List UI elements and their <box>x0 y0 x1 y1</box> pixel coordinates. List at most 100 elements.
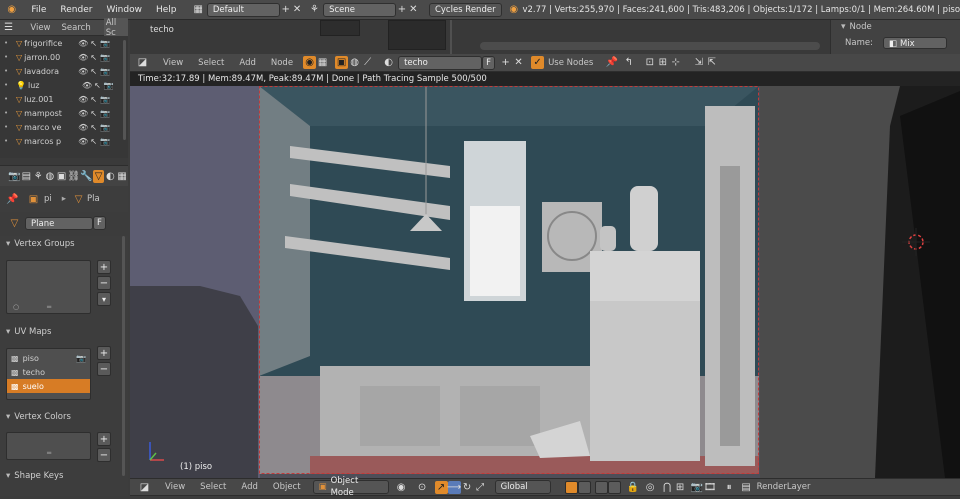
visibility-eye-icon[interactable]: 👁 <box>78 137 88 146</box>
expand-icon[interactable]: • <box>4 137 16 145</box>
snap-element-icon[interactable]: ⊞ <box>656 56 669 69</box>
node-editor-scrollbar[interactable] <box>480 42 820 50</box>
properties-scrollbar[interactable] <box>122 236 125 476</box>
object-tab-icon[interactable]: ▣ <box>56 170 68 183</box>
viewport-select-menu[interactable]: Select <box>200 482 226 492</box>
pin-icon[interactable]: 📌 <box>605 56 618 69</box>
screen-layout-icon[interactable]: ▦ <box>193 3 204 16</box>
vertex-colors-header[interactable]: ▾ Vertex Colors <box>0 409 71 425</box>
visibility-eye-icon[interactable]: 👁 <box>78 39 88 48</box>
node-panel-header[interactable]: ▾ Node <box>831 20 960 34</box>
pin-icon[interactable]: 📌 <box>6 193 19 206</box>
unlink-material-icon[interactable]: ✕ <box>512 56 525 69</box>
list-grip-icon[interactable]: ═ <box>47 303 51 311</box>
add-material-icon[interactable]: + <box>499 56 512 69</box>
3d-view-type-icon[interactable]: ◪ <box>138 481 151 494</box>
uv-map-item[interactable]: ▩ piso 📷 <box>7 351 90 365</box>
node-node-menu[interactable]: Node <box>271 58 293 68</box>
menu-help[interactable]: Help <box>156 5 177 15</box>
render-camera-icon[interactable]: 📷 <box>100 137 110 146</box>
add-vertex-group-button[interactable]: + <box>97 260 111 274</box>
layer-button[interactable] <box>594 480 608 494</box>
active-render-icon[interactable]: 📷 <box>76 354 86 363</box>
visibility-eye-icon[interactable]: 👁 <box>82 81 92 90</box>
scene-icon[interactable]: ⚘ <box>309 3 320 16</box>
screen-layout-field[interactable]: Default <box>206 2 280 17</box>
expand-icon[interactable]: • <box>4 81 16 89</box>
render-tab-icon[interactable]: 📷 <box>8 170 20 183</box>
outliner-view-menu[interactable]: View <box>30 23 50 33</box>
uv-maps-header[interactable]: ▾ UV Maps <box>0 324 51 340</box>
expand-icon[interactable]: • <box>4 95 16 103</box>
outliner-item[interactable]: • ▽ jarron.00 👁 ↖ 📷 <box>0 50 128 64</box>
outliner-item[interactable]: • ▽ frigorifice 👁 ↖ 📷 <box>0 36 128 50</box>
outliner-search-menu[interactable]: Search <box>62 23 91 33</box>
remove-uv-map-button[interactable]: − <box>97 362 111 376</box>
render-camera-icon[interactable]: 📷 <box>100 53 110 62</box>
scene-tab-icon[interactable]: ⚘ <box>32 170 44 183</box>
add-vertex-color-button[interactable]: + <box>97 432 111 446</box>
remove-layout-icon[interactable]: ✕ <box>291 3 302 16</box>
node-box[interactable] <box>320 20 360 36</box>
layer-button[interactable] <box>577 480 591 494</box>
render-layer-icon[interactable]: ▤ <box>740 481 753 494</box>
node-name-field[interactable]: ◧ Mix <box>882 37 947 49</box>
properties-divider[interactable] <box>0 158 128 166</box>
select-arrow-icon[interactable]: ↖ <box>90 95 97 104</box>
material-browse-icon[interactable]: ◐ <box>382 56 395 69</box>
snap-icon[interactable]: ⊡ <box>643 56 656 69</box>
rotate-manipulator-icon[interactable]: ↻ <box>461 481 474 494</box>
select-arrow-icon[interactable]: ↖ <box>90 109 97 118</box>
menu-file[interactable]: File <box>31 5 46 15</box>
render-camera-icon[interactable]: 📷 <box>104 81 114 90</box>
mesh-name-field[interactable]: Plane <box>25 216 93 230</box>
render-engine-select[interactable]: Cycles Render <box>428 2 503 17</box>
scene-field[interactable]: Scene <box>323 2 397 17</box>
vertex-groups-header[interactable]: ▾ Vertex Groups <box>0 236 75 252</box>
list-resize-icon[interactable]: ○ <box>13 303 19 311</box>
outliner-item[interactable]: • ▽ luz.001 👁 ↖ 📷 <box>0 92 128 106</box>
render-camera-icon[interactable]: 📷 <box>100 95 110 104</box>
visibility-eye-icon[interactable]: 👁 <box>78 53 88 62</box>
render-camera-icon[interactable]: 📷 <box>100 67 110 76</box>
expand-icon[interactable]: • <box>4 39 16 47</box>
viewport-add-menu[interactable]: Add <box>241 482 257 492</box>
outliner-item[interactable]: • ▽ lavadora 👁 ↖ 📷 <box>0 64 128 78</box>
scale-manipulator-icon[interactable]: ⤢ <box>474 481 487 494</box>
remove-vertex-group-button[interactable]: − <box>97 276 111 290</box>
viewport-view-menu[interactable]: View <box>165 482 185 492</box>
render-camera-icon[interactable]: 📷 <box>100 109 110 118</box>
vertex-group-specials-button[interactable]: ▾ <box>97 292 111 306</box>
copy-nodes-icon[interactable]: ⇲ <box>692 56 705 69</box>
select-arrow-icon[interactable]: ↖ <box>90 137 97 146</box>
render-camera-icon[interactable]: 📷 <box>100 123 110 132</box>
select-arrow-icon[interactable]: ↖ <box>90 123 97 132</box>
shape-keys-header[interactable]: ▾ Shape Keys <box>0 468 63 484</box>
material-fake-user-button[interactable]: F <box>482 55 496 70</box>
expand-icon[interactable]: • <box>4 109 16 117</box>
3d-viewport[interactable]: (1) piso <box>130 86 960 478</box>
visibility-eye-icon[interactable]: 👁 <box>78 67 88 76</box>
outliner-item[interactable]: • 💡 luz 👁 ↖ 📷 <box>0 78 128 92</box>
node-view-menu[interactable]: View <box>163 58 183 68</box>
modifiers-tab-icon[interactable]: 🔧 <box>80 170 92 183</box>
expand-icon[interactable]: • <box>4 123 16 131</box>
snap-element-icon[interactable]: ⊞ <box>674 481 687 494</box>
paste-nodes-icon[interactable]: ⇱ <box>705 56 718 69</box>
opengl-render-icon[interactable]: 📷 <box>691 481 704 494</box>
manipulator-icon[interactable]: ↗ <box>434 480 448 494</box>
uv-map-item[interactable]: ▩ techo <box>7 365 90 379</box>
snap-node-icon[interactable]: ⊹ <box>669 56 682 69</box>
visibility-eye-icon[interactable]: 👁 <box>78 123 88 132</box>
uv-map-item[interactable]: ▩ suelo <box>7 379 90 393</box>
render-layers-tab-icon[interactable]: ▤ <box>20 170 32 183</box>
transform-orientation-select[interactable]: Global <box>494 480 551 494</box>
mesh-datablock-icon[interactable]: ▽ <box>8 217 21 230</box>
fake-user-button[interactable]: F <box>93 216 106 230</box>
outliner-display-select[interactable]: All Sc <box>103 17 128 38</box>
expand-icon[interactable]: • <box>4 67 16 75</box>
expand-icon[interactable]: • <box>4 53 16 61</box>
list-grip-icon[interactable]: ═ <box>47 449 51 457</box>
node-box[interactable] <box>388 20 446 50</box>
render-layer-select[interactable]: RenderLayer <box>757 482 811 492</box>
